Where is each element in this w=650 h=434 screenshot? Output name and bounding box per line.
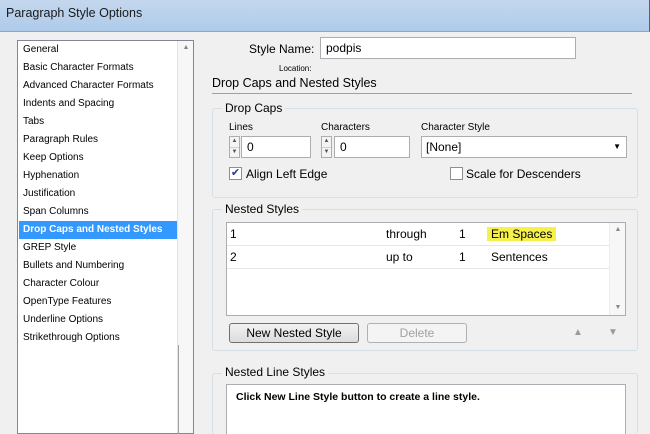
panel-divider [178, 345, 179, 434]
window-title: Paragraph Style Options [6, 6, 143, 20]
delete-button[interactable]: Delete [367, 323, 467, 343]
table-row[interactable]: 2 up to 1 Sentences [227, 246, 609, 269]
stepper-up-icon[interactable]: ▲ [322, 137, 331, 147]
stepper-down-icon[interactable]: ▼ [230, 147, 239, 157]
character-style-label: Character Style [421, 122, 490, 133]
new-nested-style-button[interactable]: New Nested Style [229, 323, 359, 343]
style-name-input[interactable]: podpis [320, 37, 576, 59]
characters-input[interactable]: 0 [334, 136, 410, 158]
nested-styles-scrollbar[interactable]: ▲ ▼ [609, 223, 625, 315]
lines-label: Lines [229, 122, 253, 133]
sidebar-item-strikethrough-options[interactable]: Strikethrough Options [19, 329, 177, 347]
nested-style-count: 1 [459, 227, 466, 241]
nested-line-styles-table[interactable]: Click New Line Style button to create a … [226, 384, 626, 434]
nested-style-name: 2 [230, 250, 237, 264]
nested-line-styles-hint: Click New Line Style button to create a … [236, 391, 480, 403]
section-title: Drop Caps and Nested Styles [212, 76, 377, 90]
characters-label: Characters [321, 122, 370, 133]
scroll-up-icon[interactable]: ▲ [178, 41, 194, 55]
sidebar-item-span-columns[interactable]: Span Columns [19, 203, 177, 221]
nested-style-count: 1 [459, 250, 466, 264]
sidebar-item-paragraph-rules[interactable]: Paragraph Rules [19, 131, 177, 149]
sidebar-item-grep-style[interactable]: GREP Style [19, 239, 177, 257]
characters-stepper[interactable]: ▲ ▼ [321, 136, 332, 158]
nested-styles-table[interactable]: 1 through 1 Em Spaces 2 up to 1 Sentence… [226, 222, 626, 316]
sidebar-item-basic-character-formats[interactable]: Basic Character Formats [19, 59, 177, 77]
drop-caps-title: Drop Caps [222, 101, 286, 115]
scale-descenders-checkbox[interactable] [450, 167, 463, 180]
character-style-value: [None] [426, 140, 462, 154]
sidebar-item-keep-options[interactable]: Keep Options [19, 149, 177, 167]
align-left-edge-label: Align Left Edge [246, 167, 328, 181]
nested-styles-title: Nested Styles [222, 202, 303, 216]
chevron-down-icon: ▼ [613, 142, 621, 151]
section-divider [212, 93, 632, 94]
nested-style-unit: Sentences [491, 250, 548, 264]
sidebar-item-indents-and-spacing[interactable]: Indents and Spacing [19, 95, 177, 113]
sidebar-item-tabs[interactable]: Tabs [19, 113, 177, 131]
stepper-up-icon[interactable]: ▲ [230, 137, 239, 147]
nested-style-mode: up to [386, 250, 413, 264]
nested-style-unit: Em Spaces [487, 227, 557, 241]
lines-stepper[interactable]: ▲ ▼ [229, 136, 240, 158]
title-bar: Paragraph Style Options [0, 0, 650, 32]
nested-line-styles-title: Nested Line Styles [222, 365, 329, 379]
align-left-edge-checkbox[interactable]: ✔ [229, 167, 242, 180]
sidebar-item-opentype-features[interactable]: OpenType Features [19, 293, 177, 311]
style-name-label: Style Name: [249, 42, 315, 56]
sidebar-scrollbar[interactable]: ▲ [177, 41, 193, 433]
sidebar-item-general[interactable]: General [19, 41, 177, 59]
sidebar-item-justification[interactable]: Justification [19, 185, 177, 203]
sidebar-item-hyphenation[interactable]: Hyphenation [19, 167, 177, 185]
scale-descenders-label: Scale for Descenders [466, 167, 581, 181]
nested-style-mode: through [386, 227, 427, 241]
sidebar-item-bullets-and-numbering[interactable]: Bullets and Numbering [19, 257, 177, 275]
category-list[interactable]: General Basic Character Formats Advanced… [17, 40, 194, 434]
stepper-down-icon[interactable]: ▼ [322, 147, 331, 157]
move-down-icon[interactable]: ▼ [608, 327, 618, 338]
location-label: Location: [279, 64, 312, 73]
sidebar-item-advanced-character-formats[interactable]: Advanced Character Formats [19, 77, 177, 95]
scroll-up-icon[interactable]: ▲ [610, 223, 626, 237]
sidebar-item-drop-caps-and-nested-styles[interactable]: Drop Caps and Nested Styles [19, 221, 177, 239]
scroll-down-icon[interactable]: ▼ [610, 301, 626, 315]
sidebar-item-character-colour[interactable]: Character Colour [19, 275, 177, 293]
sidebar-item-underline-options[interactable]: Underline Options [19, 311, 177, 329]
move-up-icon[interactable]: ▲ [573, 327, 583, 338]
category-items: General Basic Character Formats Advanced… [18, 41, 177, 433]
lines-input[interactable]: 0 [241, 136, 311, 158]
table-row[interactable]: 1 through 1 Em Spaces [227, 223, 609, 246]
character-style-select[interactable]: [None] ▼ [421, 136, 627, 158]
nested-style-name: 1 [230, 227, 237, 241]
